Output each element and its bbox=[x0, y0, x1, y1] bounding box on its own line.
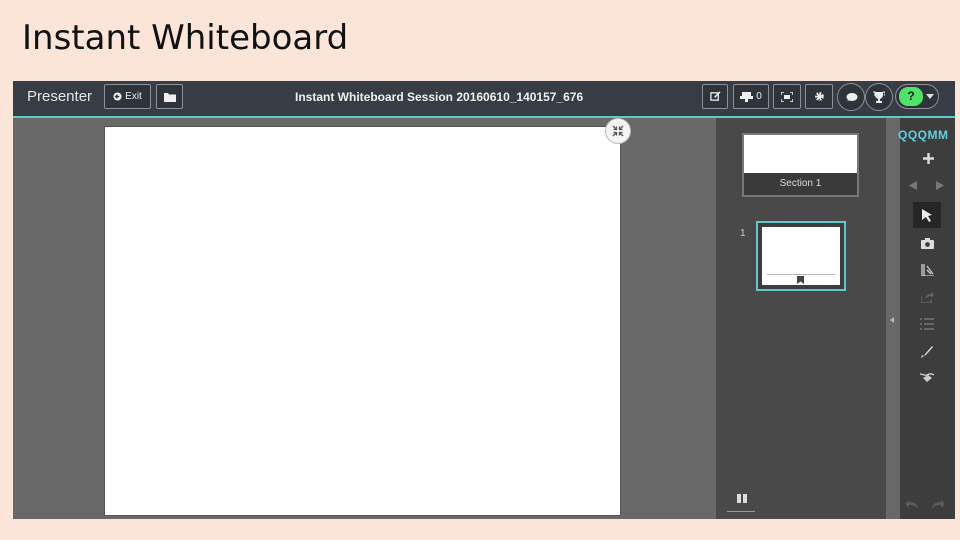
open-folder-button[interactable] bbox=[156, 84, 183, 109]
section-preview bbox=[744, 135, 857, 173]
list-icon bbox=[920, 318, 934, 330]
triangle-left-icon bbox=[909, 180, 917, 190]
exit-label: Exit bbox=[125, 91, 142, 102]
list-tool bbox=[918, 316, 936, 332]
camera-icon bbox=[920, 237, 934, 249]
participants-count: 0 bbox=[756, 91, 762, 102]
folder-icon bbox=[163, 92, 176, 102]
chat-button[interactable] bbox=[837, 83, 865, 111]
slide-number: 1 bbox=[740, 228, 746, 239]
add-tool[interactable] bbox=[920, 150, 936, 166]
slide-divider bbox=[767, 274, 835, 275]
slide-thumbnail[interactable] bbox=[756, 221, 846, 291]
pen-icon bbox=[921, 346, 933, 358]
pen-tool[interactable] bbox=[918, 344, 936, 360]
leaderboard-button[interactable] bbox=[865, 83, 893, 111]
slide-title: Instant Whiteboard bbox=[22, 18, 349, 58]
section-label: Section 1 bbox=[779, 178, 822, 189]
panel-toggle-arrow[interactable] bbox=[890, 317, 894, 323]
top-toolbar: Presenter Exit Instant Whiteboard Sessio… bbox=[13, 81, 955, 118]
pointer-icon bbox=[921, 208, 932, 222]
collapse-button[interactable] bbox=[605, 118, 631, 144]
book-icon[interactable] bbox=[737, 494, 747, 503]
fullscreen-icon bbox=[781, 91, 793, 102]
triangle-right-icon bbox=[936, 180, 944, 190]
exit-icon bbox=[113, 92, 122, 101]
whiteboard-canvas[interactable] bbox=[104, 126, 621, 516]
fullscreen-button[interactable] bbox=[773, 84, 801, 109]
tools-header: QQQMM bbox=[898, 128, 949, 142]
chevron-down-icon bbox=[926, 94, 934, 99]
camera-tool[interactable] bbox=[918, 235, 936, 251]
participants-icon bbox=[740, 91, 754, 102]
exit-button[interactable]: Exit bbox=[104, 84, 151, 109]
share-icon bbox=[920, 291, 934, 303]
slide-preview bbox=[762, 227, 840, 285]
participants-button[interactable]: 0 bbox=[733, 84, 769, 109]
prev-slide-tool[interactable] bbox=[906, 178, 920, 192]
undo-icon bbox=[905, 500, 918, 509]
edit-button[interactable] bbox=[702, 84, 728, 109]
settings-button[interactable] bbox=[805, 84, 833, 109]
eraser-icon bbox=[920, 373, 934, 382]
section-card[interactable]: Section 1 bbox=[742, 133, 859, 197]
panel-footer-line bbox=[727, 511, 755, 512]
redo-tool bbox=[930, 497, 946, 511]
brand-label: Presenter bbox=[27, 88, 93, 105]
gear-icon bbox=[814, 92, 824, 101]
plus-icon bbox=[922, 152, 934, 164]
tools-column: QQQMM bbox=[898, 118, 955, 519]
help-button[interactable]: ? bbox=[895, 84, 939, 109]
next-slide-tool[interactable] bbox=[933, 178, 947, 192]
chat-icon bbox=[846, 92, 857, 101]
share-tool bbox=[918, 289, 936, 305]
presenter-app: Presenter Exit Instant Whiteboard Sessio… bbox=[13, 81, 955, 519]
edit-icon bbox=[709, 91, 721, 101]
session-title: Instant Whiteboard Session 20160610_1401… bbox=[295, 90, 584, 104]
pattern-icon bbox=[920, 264, 934, 276]
eraser-tool[interactable] bbox=[918, 370, 936, 386]
undo-tool bbox=[904, 497, 920, 511]
redo-icon bbox=[932, 500, 945, 509]
slides-panel: Section 1 1 bbox=[716, 118, 886, 519]
shrink-icon bbox=[612, 125, 624, 137]
help-icon: ? bbox=[899, 87, 923, 106]
pattern-tool[interactable] bbox=[918, 262, 936, 278]
trophy-icon bbox=[873, 91, 885, 103]
bookmark-icon bbox=[797, 276, 804, 284]
select-tool[interactable] bbox=[913, 202, 941, 228]
